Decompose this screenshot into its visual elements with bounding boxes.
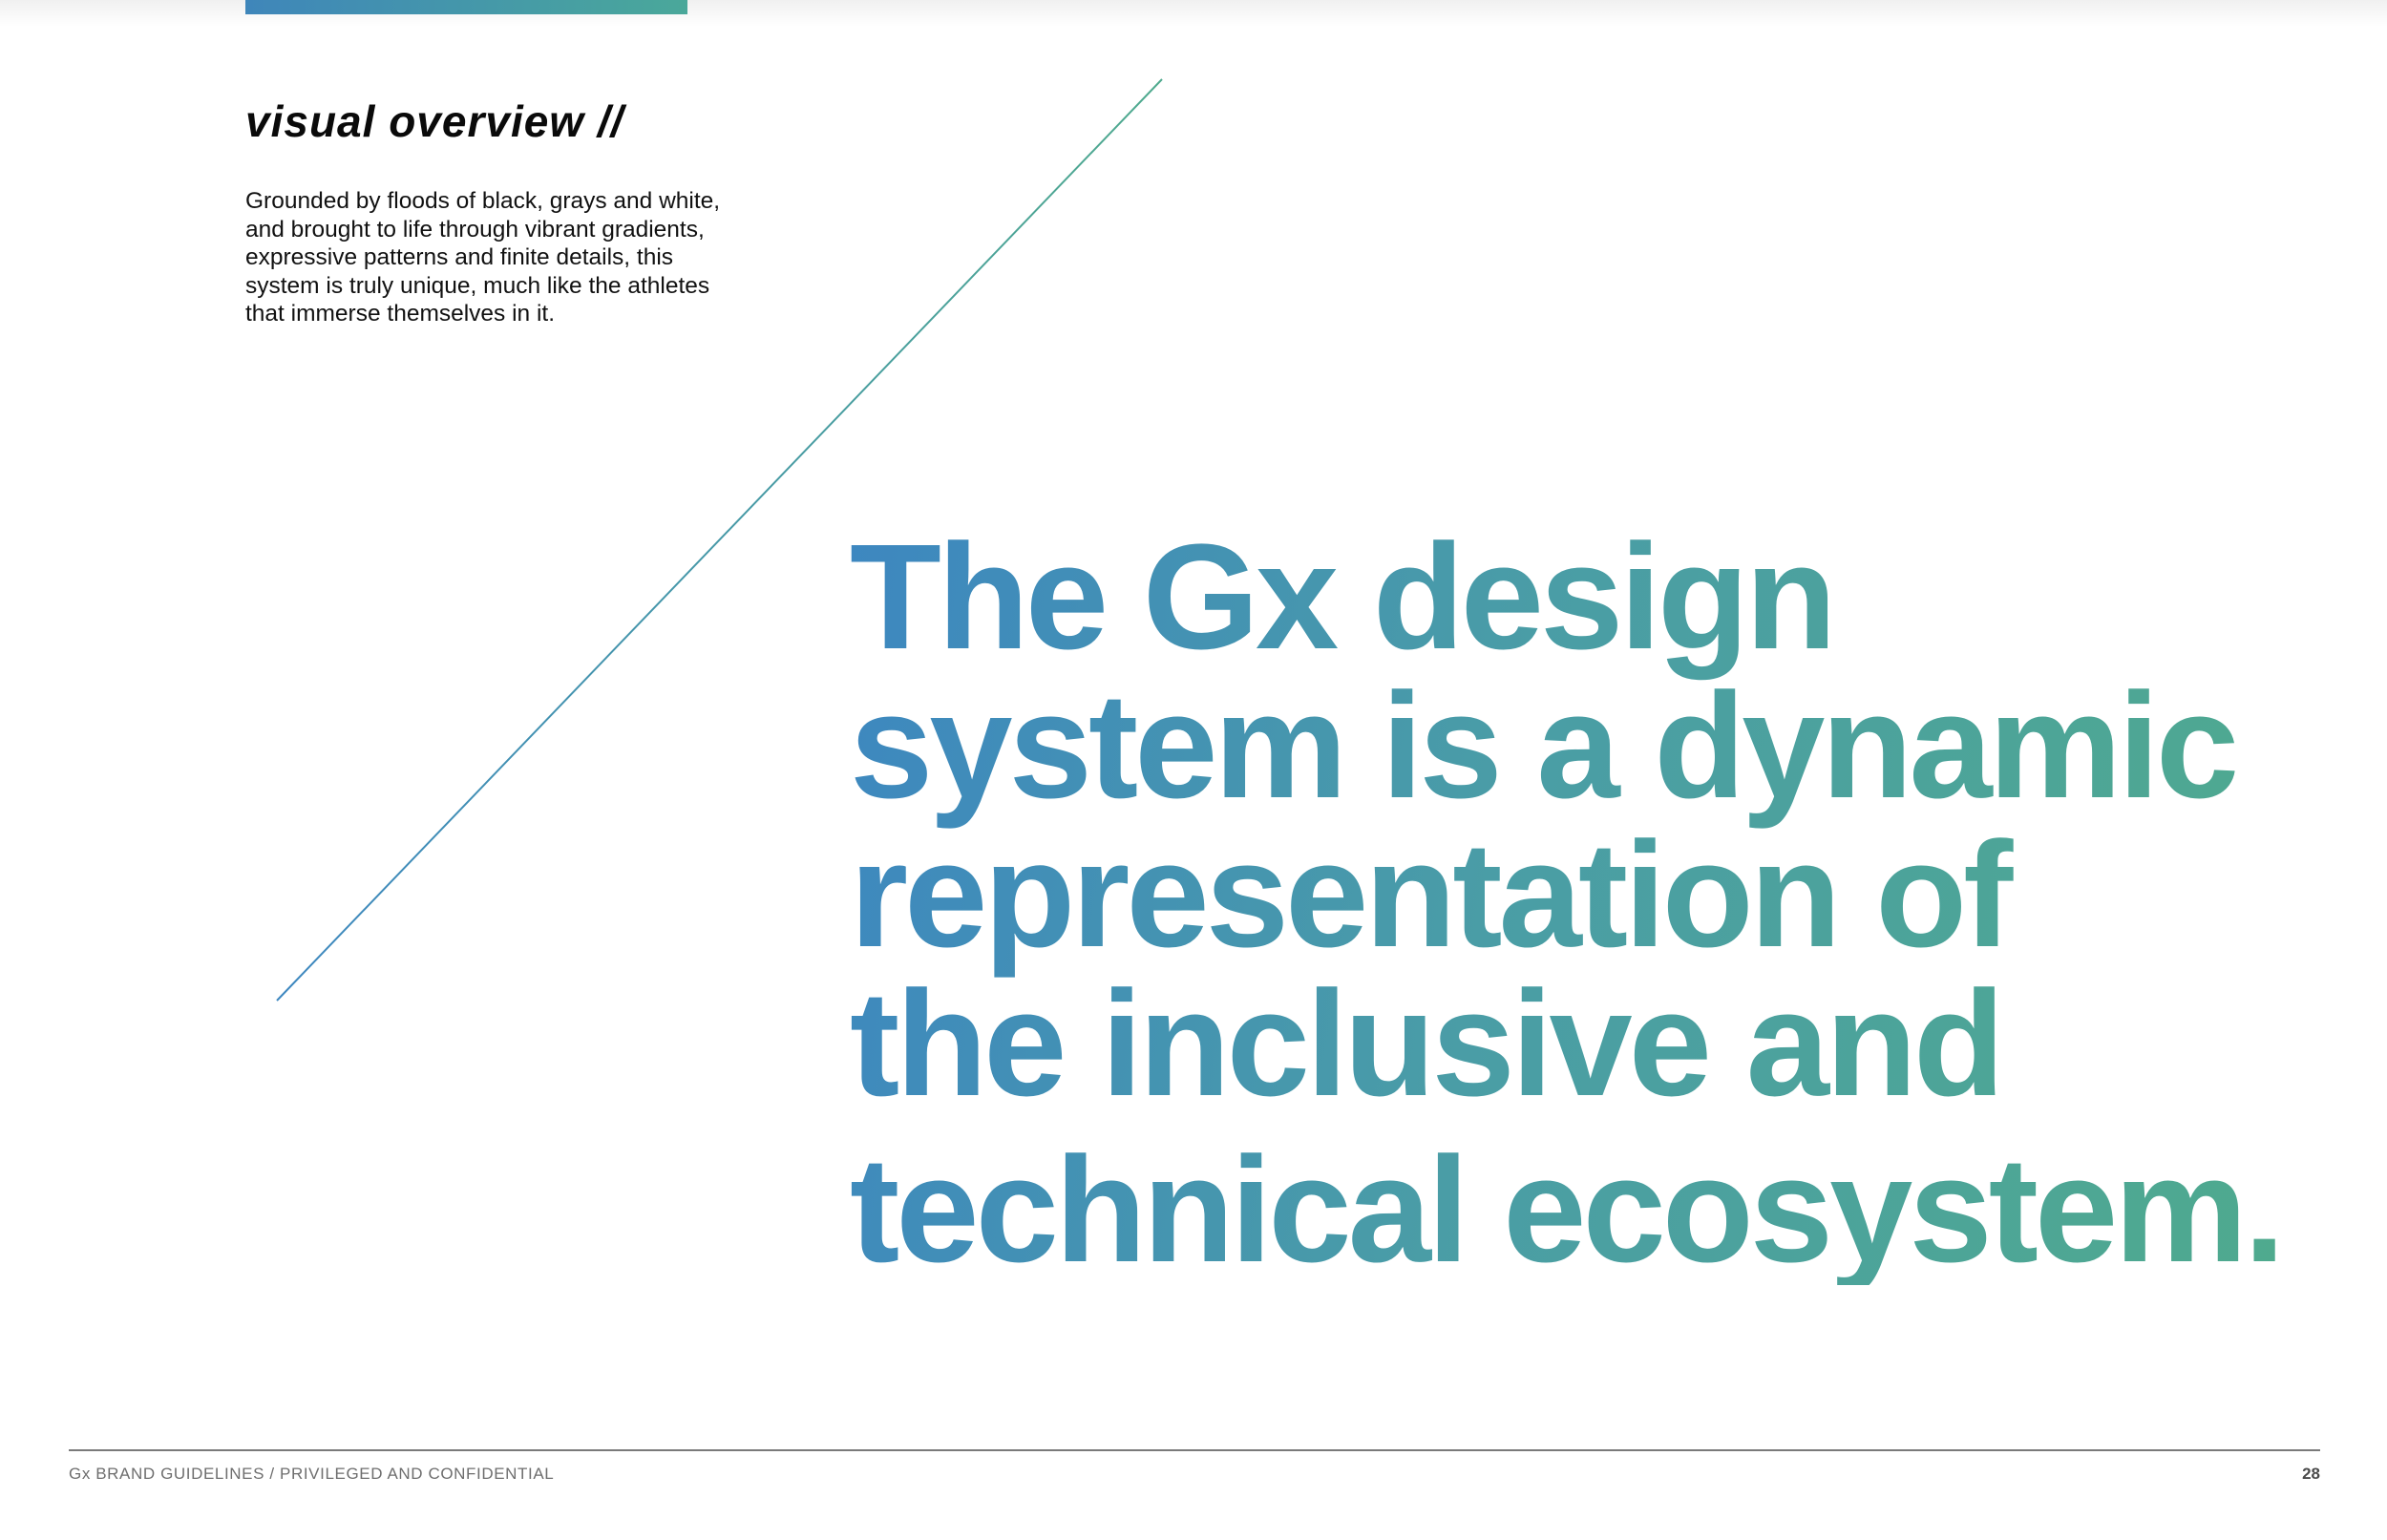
- footer-label: Gx BRAND GUIDELINES / PRIVILEGED AND CON…: [69, 1465, 554, 1484]
- headline: The Gx design system is a dynamic repres…: [850, 523, 2282, 1285]
- page-number: 28: [2302, 1465, 2320, 1483]
- headline-line: technical ecosystem.: [850, 1127, 2282, 1294]
- headline-line: representation of: [850, 812, 2010, 979]
- headline-line: the inclusive and: [850, 960, 2001, 1128]
- headline-line: The Gx design: [850, 514, 1833, 681]
- footer-separator: /: [269, 1465, 275, 1483]
- footer-confidentiality: PRIVILEGED AND CONFIDENTIAL: [280, 1465, 555, 1483]
- footer-brand: Gx BRAND GUIDELINES: [69, 1465, 265, 1483]
- footer-divider: [69, 1449, 2320, 1451]
- headline-line: system is a dynamic: [850, 663, 2236, 830]
